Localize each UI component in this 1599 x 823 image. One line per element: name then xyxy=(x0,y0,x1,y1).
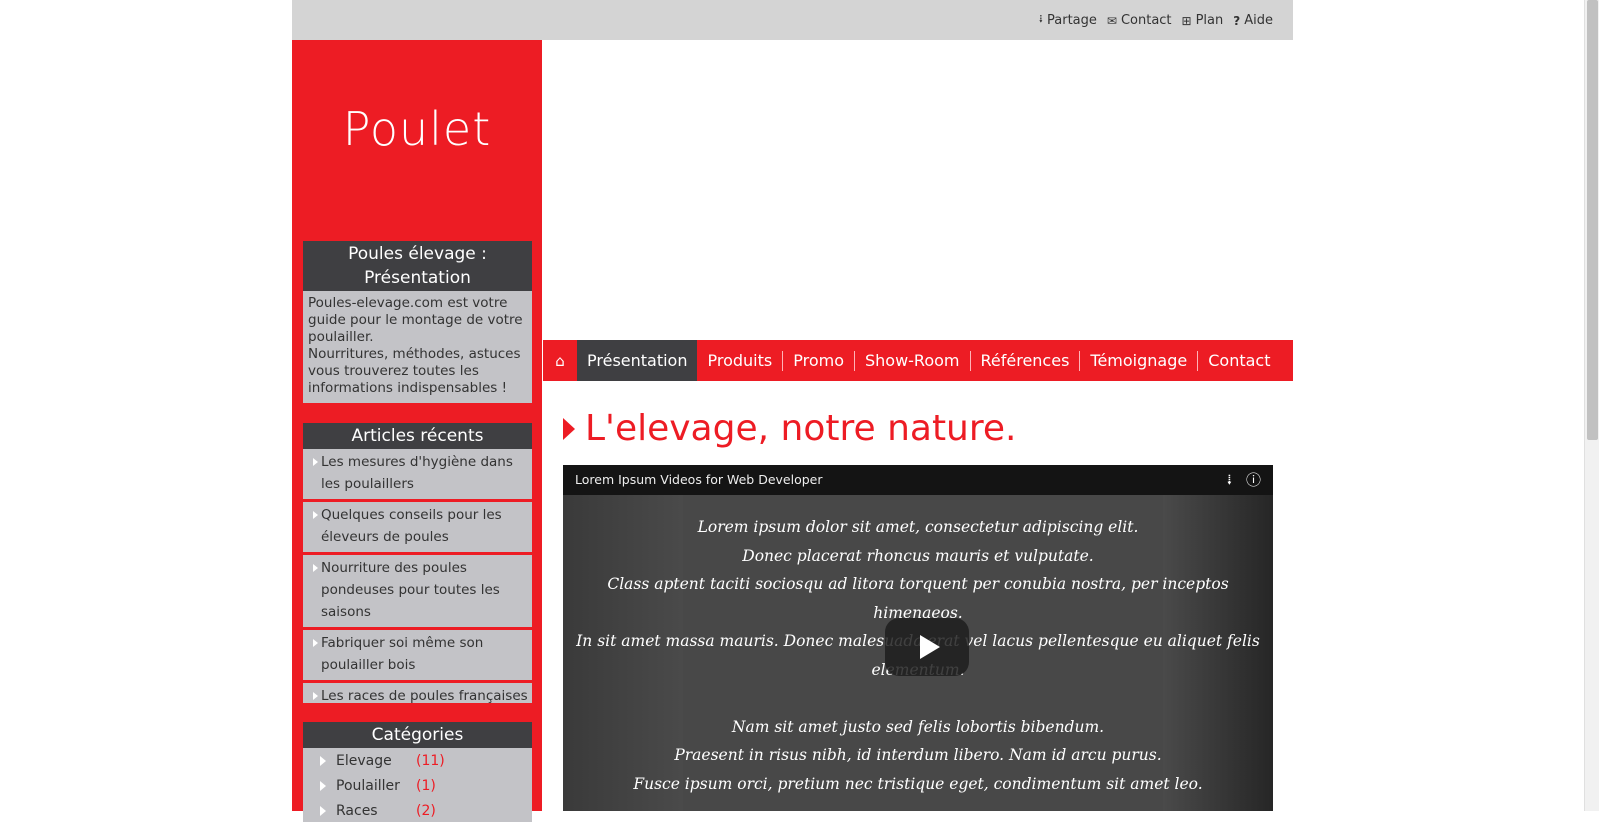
triangle-right-icon xyxy=(563,417,575,440)
presentation-box: Poules élevage : Présentation Poules-ele… xyxy=(303,241,532,403)
nav-item-show-room[interactable]: Show-Room xyxy=(855,340,970,381)
recent-articles-list: Les mesures d'hygiène dans les poulaille… xyxy=(303,449,532,711)
triangle-right-icon xyxy=(313,458,318,466)
page: ⭭ Partage ✉ Contact ⊞ Plan ? Aide Poulet… xyxy=(292,0,1293,822)
categories-title: Catégories xyxy=(303,722,532,748)
share-link[interactable]: ⭭ Partage xyxy=(1039,10,1097,31)
article-item[interactable]: Quelques conseils pour les éleveurs de p… xyxy=(303,502,532,555)
top-utility-bar: ⭭ Partage ✉ Contact ⊞ Plan ? Aide xyxy=(292,0,1293,40)
question-icon: ? xyxy=(1233,13,1241,28)
main-nav: ⌂ Présentation Produits Promo Show-Room … xyxy=(543,340,1293,381)
plan-link[interactable]: ⊞ Plan xyxy=(1182,10,1224,31)
nav-item-presentation[interactable]: Présentation xyxy=(577,340,698,381)
site-logo[interactable]: Poulet xyxy=(292,102,542,156)
article-item[interactable]: Les races de poules françaises xyxy=(303,683,532,711)
play-icon xyxy=(920,635,940,659)
scrollbar-thumb[interactable] xyxy=(1587,0,1598,440)
recent-articles-title: Articles récents xyxy=(303,423,532,449)
category-item-poulailler[interactable]: Poulailler (1) xyxy=(303,773,532,798)
scrollbar[interactable] xyxy=(1584,0,1599,811)
play-button[interactable] xyxy=(885,618,969,676)
sitemap-icon: ⊞ xyxy=(1181,13,1192,28)
page-title: L'elevage, notre nature. xyxy=(585,408,1017,449)
nav-item-contact[interactable]: Contact xyxy=(1198,340,1280,381)
help-link[interactable]: ? Aide xyxy=(1233,10,1273,31)
nav-item-produits[interactable]: Produits xyxy=(697,340,782,381)
article-item[interactable]: Nourriture des poules pondeuses pour tou… xyxy=(303,555,532,630)
triangle-right-icon xyxy=(320,780,326,791)
nav-item-temoignage[interactable]: Témoignage xyxy=(1080,340,1197,381)
share-icon[interactable]: ⭭ xyxy=(1227,465,1232,495)
info-icon[interactable]: ⓘ xyxy=(1246,465,1261,495)
envelope-icon: ✉ xyxy=(1106,13,1117,28)
triangle-right-icon xyxy=(313,511,318,519)
categories-box: Catégories Elevage (11) Poulailler (1) R… xyxy=(303,722,532,822)
recent-articles-box: Articles récents Les mesures d'hygiène d… xyxy=(303,423,532,704)
presentation-text: Poules-elevage.com est votre guide pour … xyxy=(308,295,523,396)
contact-link[interactable]: ✉ Contact xyxy=(1107,10,1172,31)
nav-item-references[interactable]: Références xyxy=(971,340,1080,381)
share-icon: ⭭ xyxy=(1038,12,1043,26)
home-icon[interactable]: ⌂ xyxy=(543,340,577,381)
category-item-elevage[interactable]: Elevage (11) xyxy=(303,748,532,773)
triangle-right-icon xyxy=(320,755,326,766)
article-item[interactable]: Fabriquer soi même son poulailler bois xyxy=(303,630,532,683)
triangle-right-icon xyxy=(313,564,318,572)
nav-item-promo[interactable]: Promo xyxy=(783,340,854,381)
triangle-right-icon xyxy=(313,692,318,700)
video-title-bar: Lorem Ipsum Videos for Web Developer ⭭ ⓘ xyxy=(563,465,1273,495)
article-item[interactable]: Les mesures d'hygiène dans les poulaille… xyxy=(303,449,532,502)
video-player[interactable]: Lorem Ipsum Videos for Web Developer ⭭ ⓘ… xyxy=(563,465,1273,811)
video-title[interactable]: Lorem Ipsum Videos for Web Developer xyxy=(575,472,823,487)
triangle-right-icon xyxy=(313,639,318,647)
page-heading: L'elevage, notre nature. xyxy=(563,408,1016,449)
presentation-title: Poules élevage : Présentation xyxy=(303,241,532,291)
